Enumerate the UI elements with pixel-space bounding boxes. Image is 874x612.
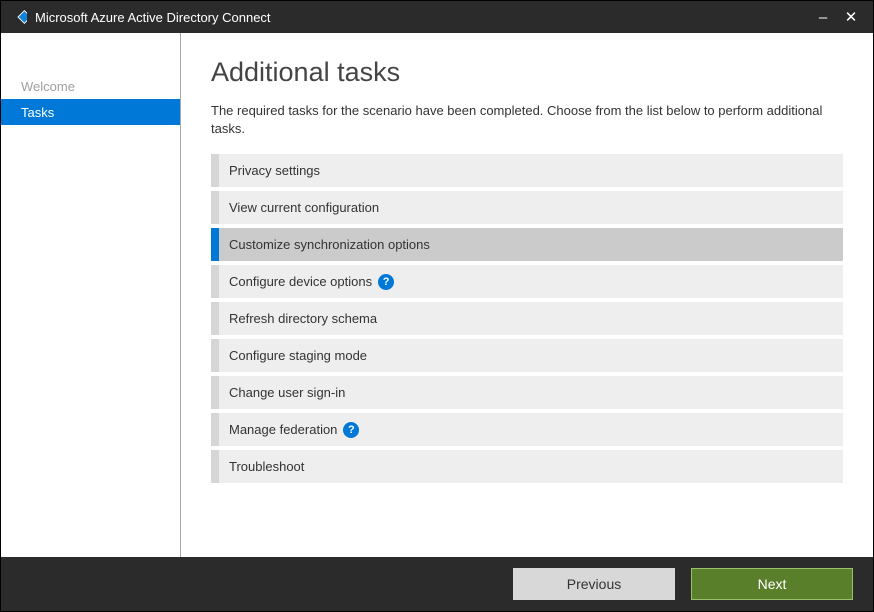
task-customize-sync[interactable]: Customize synchronization options: [211, 228, 843, 261]
task-troubleshoot[interactable]: Troubleshoot: [211, 450, 843, 483]
sidebar-item-welcome[interactable]: Welcome: [1, 73, 180, 99]
task-change-sign-in[interactable]: Change user sign-in: [211, 376, 843, 409]
help-icon[interactable]: ?: [378, 274, 394, 290]
work-area: Welcome Tasks Additional tasks The requi…: [1, 33, 873, 557]
sidebar: Welcome Tasks: [1, 33, 181, 557]
task-label: Privacy settings: [229, 163, 320, 178]
task-label: Change user sign-in: [229, 385, 345, 400]
sidebar-item-tasks[interactable]: Tasks: [1, 99, 180, 125]
task-manage-federation[interactable]: Manage federation ?: [211, 413, 843, 446]
title-bar: Microsoft Azure Active Directory Connect…: [1, 1, 873, 33]
task-label: Refresh directory schema: [229, 311, 377, 326]
help-icon[interactable]: ?: [343, 422, 359, 438]
next-button[interactable]: Next: [691, 568, 853, 600]
task-refresh-schema[interactable]: Refresh directory schema: [211, 302, 843, 335]
main-panel: Additional tasks The required tasks for …: [181, 33, 873, 557]
minimize-button[interactable]: –: [809, 9, 837, 26]
task-label: Configure device options: [229, 274, 372, 289]
azure-logo-icon: [9, 8, 27, 26]
footer-bar: Previous Next: [1, 557, 873, 611]
previous-button[interactable]: Previous: [513, 568, 675, 600]
task-label: Manage federation: [229, 422, 337, 437]
page-title: Additional tasks: [211, 57, 843, 88]
task-staging-mode[interactable]: Configure staging mode: [211, 339, 843, 372]
task-privacy-settings[interactable]: Privacy settings: [211, 154, 843, 187]
task-label: Troubleshoot: [229, 459, 304, 474]
task-view-configuration[interactable]: View current configuration: [211, 191, 843, 224]
task-label: View current configuration: [229, 200, 379, 215]
page-description: The required tasks for the scenario have…: [211, 102, 843, 138]
sidebar-item-label: Welcome: [21, 79, 75, 94]
close-button[interactable]: ✕: [837, 8, 865, 26]
sidebar-item-label: Tasks: [21, 105, 54, 120]
task-configure-device[interactable]: Configure device options ?: [211, 265, 843, 298]
task-list: Privacy settings View current configurat…: [211, 154, 843, 483]
task-label: Customize synchronization options: [229, 237, 430, 252]
window-title: Microsoft Azure Active Directory Connect: [35, 10, 809, 25]
task-label: Configure staging mode: [229, 348, 367, 363]
